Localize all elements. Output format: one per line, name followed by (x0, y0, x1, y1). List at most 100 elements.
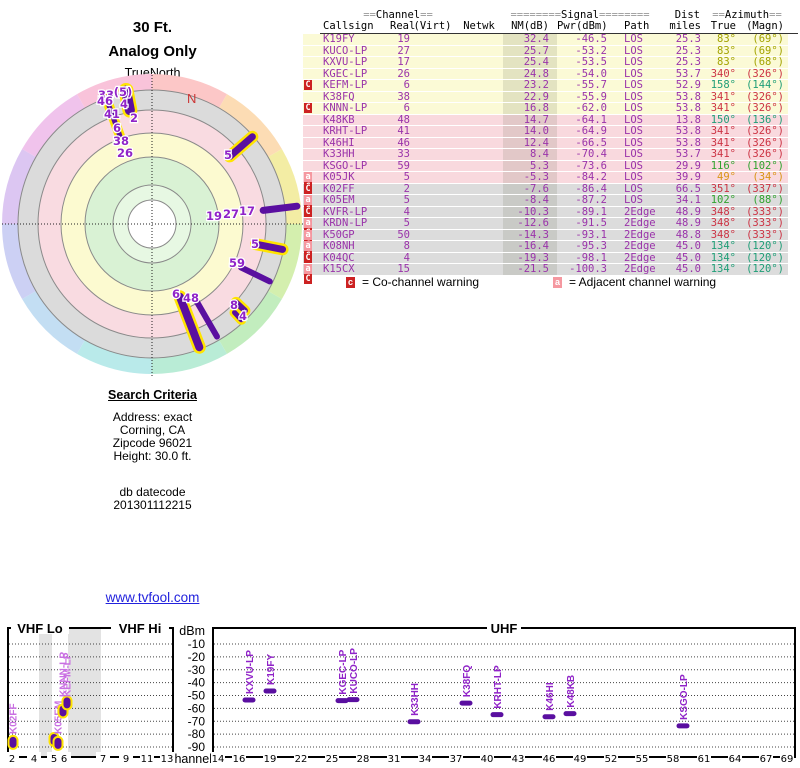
cell-pwr: -73.6 (557, 161, 607, 172)
warning-markers: aC (303, 195, 320, 206)
cell-az-true: 116° (701, 161, 736, 172)
cell-netwk (455, 172, 503, 183)
cell-netwk (455, 184, 503, 195)
cell-az-magn: (326°) (736, 138, 788, 149)
channel-tick-label: 9 (123, 754, 129, 765)
cell-real: 33 (390, 149, 410, 160)
cell-az-magn: (120°) (736, 253, 788, 264)
cell-pwr: -53.5 (557, 57, 607, 68)
cell-pwr: -70.4 (557, 149, 607, 160)
cell-virt (410, 161, 455, 172)
cell-az-magn: (136°) (736, 115, 788, 126)
warning-markers: C (303, 253, 320, 264)
co-channel-legend-text: = Co-channel warning (362, 276, 479, 289)
cell-real: 26 (390, 69, 410, 80)
cell-real: 5 (390, 172, 410, 183)
radar-channel-label: 59 (229, 256, 245, 270)
station-bar-label: K19FY (266, 654, 277, 685)
cell-real: 41 (390, 126, 410, 137)
table-row: aCKRDN-LP5-12.6-91.52Edge48.9348°(333°) (303, 218, 788, 230)
cell-az-true: 341° (701, 149, 736, 160)
adjacent-warning-icon: a (304, 195, 312, 205)
adjacent-warning-icon: a (304, 241, 312, 251)
warning-markers (303, 92, 320, 103)
cell-pwr: -98.1 (557, 253, 607, 264)
table-row: aCK05JK5-5.3-84.2LOS39.949°(34°) (303, 172, 788, 184)
table-row: aCK15CX15-21.5-100.32Edge45.0134°(120°) (303, 264, 788, 276)
cell-nm: 8.4 (503, 149, 557, 160)
cell-az-true: 340° (701, 69, 736, 80)
cell-nm: -14.3 (503, 230, 557, 241)
cell-virt (410, 138, 455, 149)
cell-pwr: -54.0 (557, 69, 607, 80)
adjacent-warning-icon: a (304, 230, 312, 240)
adjacent-warning-icon: a (304, 264, 312, 274)
cell-az-true: 348° (701, 218, 736, 229)
warning-markers: C (303, 184, 320, 195)
table-row: K19FY1932.4-46.5LOS25.383°(69°) (303, 34, 788, 46)
radar-chart: N3346(5)441263826519271755964884 (0, 58, 310, 380)
cell-az-magn: (333°) (736, 230, 788, 241)
cell-nm: -5.3 (503, 172, 557, 183)
cell-path: 2Edge (607, 218, 657, 229)
cell-az-magn: (120°) (736, 241, 788, 252)
radar-channel-label: 6 (172, 287, 180, 301)
col-real: Real (390, 21, 410, 32)
radar-channel-label: 5 (224, 148, 232, 162)
channel-tick-label: 22 (295, 754, 308, 765)
cell-netwk (455, 138, 503, 149)
warning-markers (303, 161, 320, 172)
cell-path: 2Edge (607, 253, 657, 264)
cell-netwk (455, 103, 503, 114)
cell-virt (410, 241, 455, 252)
radar-channel-label: 6 (113, 121, 121, 135)
col-virt: (Virt) (410, 21, 455, 32)
cell-virt (410, 172, 455, 183)
cell-nm: 14.0 (503, 126, 557, 137)
col-miles: miles (657, 21, 701, 32)
radar-title: 30 Ft. (0, 19, 305, 36)
cell-miles: 25.3 (657, 46, 701, 57)
cell-az-true: 341° (701, 126, 736, 137)
station-bar (336, 698, 349, 703)
radar-channel-label: 26 (117, 146, 133, 160)
cell-callsign: K08NH (320, 241, 390, 252)
cell-az-true: 83° (701, 46, 736, 57)
cell-miles: 39.9 (657, 172, 701, 183)
cell-real: 46 (390, 138, 410, 149)
search-criteria-heading: Search Criteria (0, 388, 305, 402)
cell-netwk (455, 80, 503, 91)
cell-callsign: KGEC-LP (320, 69, 390, 80)
cell-callsign: K48KB (320, 115, 390, 126)
table-row: aCK08NH8-16.4-95.32Edge45.0134°(120°) (303, 241, 788, 253)
tvfool-report: 30 Ft. Analog Only TrueNorth N3346(5)441… (0, 0, 800, 768)
channel-tick-label: 67 (760, 754, 773, 765)
warning-markers: C (303, 207, 320, 218)
cell-az-true: 348° (701, 230, 736, 241)
cell-real: 59 (390, 161, 410, 172)
cell-path: LOS (607, 46, 657, 57)
tvfool-link[interactable]: www.tvfool.com (0, 590, 305, 605)
channel-tick-label: 49 (574, 754, 587, 765)
channel-tick-label: 31 (388, 754, 401, 765)
cell-callsign: KNNN-LP (320, 103, 390, 114)
channel-tick-label: 64 (729, 754, 742, 765)
cell-miles: 25.3 (657, 57, 701, 68)
cell-path: LOS (607, 92, 657, 103)
channel-tick-label: 55 (636, 754, 649, 765)
cell-az-true: 158° (701, 80, 736, 91)
cell-az-true: 134° (701, 241, 736, 252)
station-bar (408, 719, 421, 724)
co-channel-warning-icon: C (304, 103, 312, 113)
cell-path: 2Edge (607, 230, 657, 241)
cell-virt (410, 69, 455, 80)
spectrum-chart: VHF LoVHF HiUHFdBm-10-20-30-40-50-60-70-… (0, 618, 800, 768)
cell-az-magn: (326°) (736, 103, 788, 114)
adjacent-channel-legend-text: = Adjacent channel warning (569, 276, 716, 289)
cell-nm: 22.9 (503, 92, 557, 103)
cell-nm: 25.7 (503, 46, 557, 57)
cell-miles: 52.9 (657, 80, 701, 91)
cell-pwr: -84.2 (557, 172, 607, 183)
cell-az-magn: (69°) (736, 34, 788, 45)
cell-real: 6 (390, 103, 410, 114)
